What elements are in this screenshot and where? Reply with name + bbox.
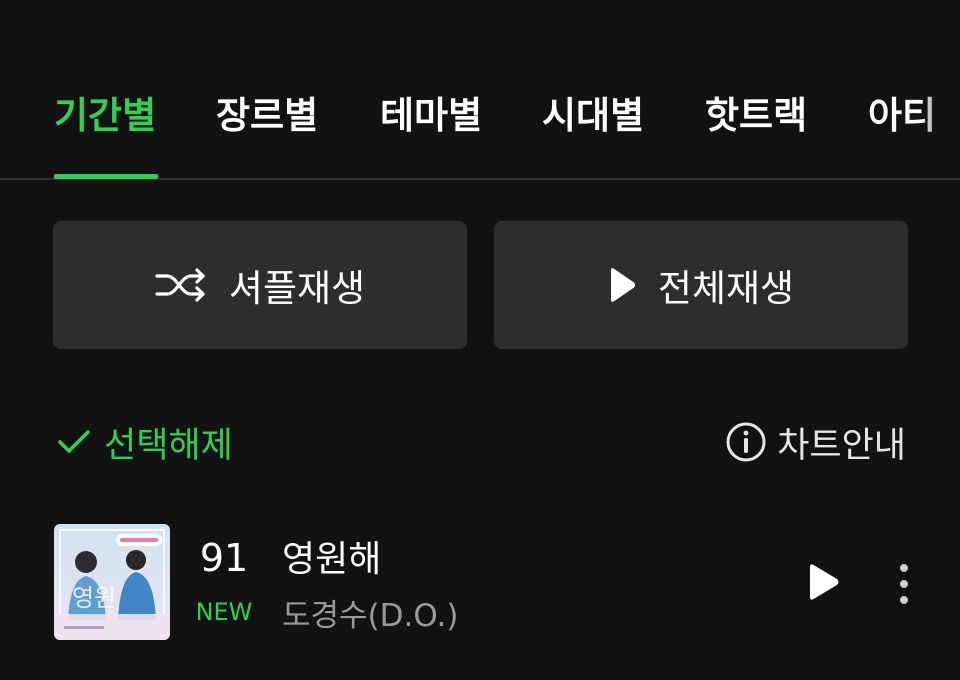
song-title[interactable]: 영원해: [282, 530, 381, 582]
song-play-icon[interactable]: [800, 560, 844, 604]
tab-theme[interactable]: 테마별: [380, 88, 482, 144]
tab-era[interactable]: 시대별: [542, 88, 644, 144]
selection-row: 선택해제 차트안내: [56, 414, 906, 470]
shuffle-icon: [155, 268, 205, 302]
song-rank: 91: [199, 536, 249, 580]
more-vertical-icon[interactable]: [888, 560, 920, 608]
play-all-label: 전체재생: [657, 267, 795, 310]
song-row[interactable]: 영원 91 NEW 영원해 도경수(D.O.): [0, 522, 960, 642]
deselect-label: 선택해제: [104, 425, 233, 466]
deselect-all-button[interactable]: 선택해제: [56, 414, 233, 470]
tab-hot-track[interactable]: 핫트랙: [705, 88, 807, 144]
chart-info-label: 차트안내: [777, 425, 906, 466]
song-artist[interactable]: 도경수(D.O.): [282, 590, 458, 635]
play-icon: [610, 268, 635, 302]
active-tab-indicator: [54, 174, 158, 179]
info-icon: [726, 422, 766, 462]
check-icon: [58, 430, 90, 453]
album-art-title: 영원: [72, 584, 116, 612]
tab-period[interactable]: 기간별: [54, 88, 156, 144]
tab-scroll-fade: [920, 80, 960, 160]
chart-info-button[interactable]: 차트안내: [725, 414, 906, 470]
tab-genre[interactable]: 장르별: [216, 88, 318, 144]
new-badge: NEW: [195, 598, 253, 626]
play-all-button[interactable]: 전체재생: [494, 221, 908, 349]
chart-tab-bar: 기간별 장르별 테마별 시대별 핫트랙 아티: [0, 0, 960, 180]
shuffle-play-button[interactable]: 셔플재생: [53, 221, 467, 349]
shuffle-play-label: 셔플재생: [228, 267, 366, 310]
album-art[interactable]: 영원: [54, 524, 170, 640]
